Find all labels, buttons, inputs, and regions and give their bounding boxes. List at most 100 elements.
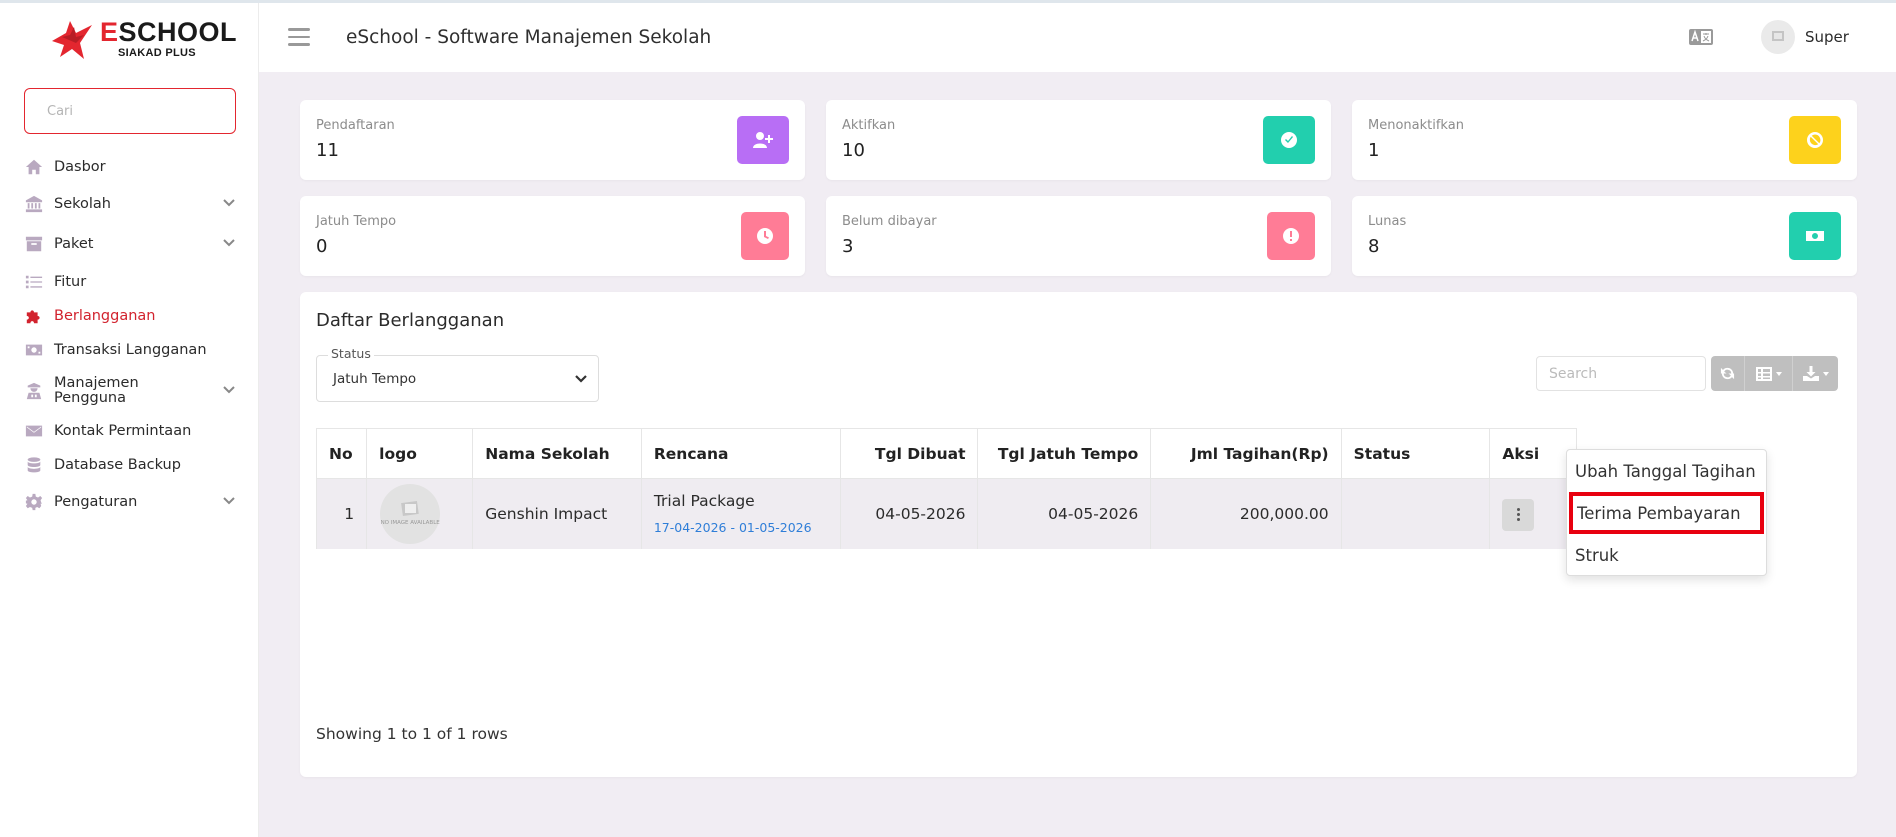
column-header-logo[interactable]: logo (366, 428, 474, 479)
no-image-icon (1772, 31, 1784, 41)
stat-label: Menonaktifkan (1368, 118, 1464, 133)
column-header-action[interactable]: Aksi (1489, 428, 1577, 479)
plan-name: Trial Package (653, 492, 755, 511)
sidebar: ESCHOOL SIAKAD PLUS Dasbor Sekolah Paket… (0, 3, 259, 837)
language-icon[interactable] (1688, 28, 1714, 46)
chevron-down-icon (222, 196, 236, 210)
cell-school: Genshin Impact (472, 478, 642, 549)
no-image-icon (401, 501, 419, 517)
home-icon (24, 157, 44, 177)
cell-plan: Trial Package 17-04-2026 - 01-05-2026 (640, 478, 841, 549)
menu-item-terima-pembayaran[interactable]: Terima Pembayaran (1569, 492, 1764, 534)
column-header-due[interactable]: Tgl Jatuh Tempo (977, 428, 1152, 479)
sidebar-item-pengaturan[interactable]: Pengaturan (24, 488, 236, 516)
table-header-row: No logo Nama Sekolah Rencana Tgl Dibuat … (315, 428, 1577, 479)
brand-name: ESCHOOL (100, 17, 238, 47)
sidebar-item-berlangganan[interactable]: Berlangganan (24, 302, 236, 330)
logo-bird-icon (52, 21, 92, 59)
chevron-down-icon (222, 236, 236, 250)
row-action-button[interactable] (1502, 498, 1535, 531)
stat-card-lunas: Lunas 8 (1352, 196, 1857, 276)
stat-value: 1 (1368, 140, 1380, 161)
cell-due: 04-05-2026 (977, 478, 1152, 549)
puzzle-icon (24, 306, 44, 326)
stat-value: 3 (842, 236, 854, 257)
column-header-school[interactable]: Nama Sekolah (472, 428, 642, 479)
refresh-button[interactable] (1711, 356, 1745, 391)
chevron-down-icon (574, 372, 588, 390)
stat-label: Belum dibayar (842, 214, 937, 229)
sidebar-item-label: Transaksi Langganan (54, 342, 207, 358)
box-icon (24, 234, 44, 254)
stat-value: 8 (1368, 236, 1380, 257)
list-title: Daftar Berlangganan (316, 310, 505, 331)
sidebar-item-label: Fitur (54, 274, 87, 290)
column-header-status[interactable]: Status (1340, 428, 1491, 479)
brand-logo[interactable]: ESCHOOL SIAKAD PLUS (48, 17, 268, 63)
bank-icon (24, 194, 44, 214)
cash-icon (1789, 212, 1841, 260)
page-title: eSchool - Software Manajemen Sekolah (346, 27, 712, 48)
menu-item-struk[interactable]: Struk (1567, 534, 1766, 576)
cell-action (1489, 478, 1577, 549)
stat-value: 0 (316, 236, 328, 257)
envelope-icon (24, 421, 44, 441)
stat-card-menonaktifkan: Menonaktifkan 1 (1352, 100, 1857, 180)
sidebar-item-database-backup[interactable]: Database Backup (24, 451, 236, 479)
status-filter-select[interactable]: Jatuh Tempo (316, 355, 599, 402)
stat-value: 10 (842, 140, 865, 161)
sidebar-search-input[interactable] (24, 88, 236, 134)
more-vertical-icon (1516, 507, 1520, 522)
status-filter-value: Jatuh Tempo (333, 370, 417, 387)
table-columns-icon (1755, 366, 1772, 381)
stat-label: Aktifkan (842, 118, 896, 133)
sidebar-item-manajemen-pengguna[interactable]: Manajemen Pengguna (24, 376, 236, 406)
pagination-info: Showing 1 to 1 of 1 rows (316, 725, 508, 743)
refresh-icon (1720, 367, 1735, 380)
chevron-down-icon (222, 383, 236, 397)
table-search-input[interactable] (1536, 356, 1706, 391)
exclamation-circle-icon (1267, 212, 1315, 260)
stat-label: Lunas (1368, 214, 1407, 229)
caret-down-icon (1775, 371, 1782, 376)
menu-item-ubah-tanggal-tagihan[interactable]: Ubah Tanggal Tagihan (1567, 450, 1766, 492)
sidebar-item-label: Kontak Permintaan (54, 423, 192, 439)
column-header-no[interactable]: No (315, 428, 368, 479)
cell-logo: NO IMAGE AVAILABLE (366, 478, 474, 549)
sidebar-item-label: Berlangganan (54, 308, 156, 324)
column-header-amount[interactable]: Jml Tagihan(Rp) (1150, 428, 1342, 479)
cell-created: 04-05-2026 (839, 478, 979, 549)
user-name[interactable]: Super (1805, 28, 1849, 46)
database-icon (24, 455, 44, 475)
stat-label: Pendaftaran (316, 118, 395, 133)
sidebar-item-paket[interactable]: Paket (24, 230, 236, 258)
sidebar-item-dasbor[interactable]: Dasbor (24, 153, 236, 181)
avatar[interactable] (1761, 20, 1795, 54)
sidebar-item-fitur[interactable]: Fitur (24, 268, 236, 296)
brand-subtitle: SIAKAD PLUS (118, 47, 196, 59)
ban-icon (1789, 116, 1841, 164)
column-header-created[interactable]: Tgl Dibuat (839, 428, 979, 479)
download-icon (1802, 366, 1819, 381)
sidebar-item-label: Dasbor (54, 159, 106, 175)
school-logo-placeholder: NO IMAGE AVAILABLE (380, 483, 441, 544)
no-image-text: NO IMAGE AVAILABLE (380, 520, 440, 527)
row-action-menu: Ubah Tanggal Tagihan Terima Pembayaran S… (1566, 449, 1767, 576)
export-button[interactable] (1793, 356, 1838, 391)
column-header-plan[interactable]: Rencana (640, 428, 841, 479)
menu-toggle-icon[interactable] (288, 28, 310, 46)
gear-icon (24, 492, 44, 512)
check-circle-icon (1263, 116, 1315, 164)
columns-toggle-button[interactable] (1745, 356, 1793, 391)
stat-card-belum-dibayar: Belum dibayar 3 (826, 196, 1331, 276)
subscription-table: No logo Nama Sekolah Rencana Tgl Dibuat … (315, 428, 1577, 549)
stat-card-pendaftaran: Pendaftaran 11 (300, 100, 805, 180)
sidebar-item-kontak-permintaan[interactable]: Kontak Permintaan (24, 417, 236, 445)
cell-no: 1 (315, 478, 368, 549)
stat-label: Jatuh Tempo (316, 214, 397, 229)
sidebar-item-sekolah[interactable]: Sekolah (24, 190, 236, 218)
sidebar-item-transaksi-langganan[interactable]: Transaksi Langganan (24, 336, 236, 364)
stat-value: 11 (316, 140, 339, 161)
cell-amount: 200,000.00 (1150, 478, 1342, 549)
stat-card-aktifkan: Aktifkan 10 (826, 100, 1331, 180)
